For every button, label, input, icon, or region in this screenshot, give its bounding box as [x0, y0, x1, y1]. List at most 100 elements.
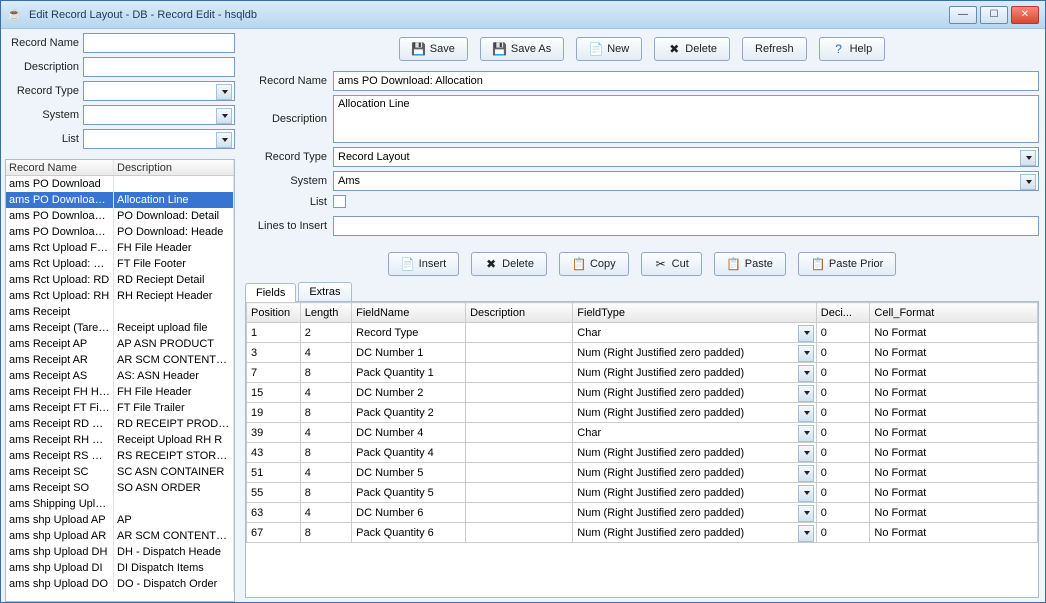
record-list-row[interactable]: ams Receipt RD Re…RD RECEIPT PRODUC — [6, 416, 234, 432]
lines-to-insert-input[interactable] — [333, 216, 1039, 236]
minimize-button[interactable]: — — [949, 6, 977, 24]
record-list-row[interactable]: ams Receipt APAP ASN PRODUCT — [6, 336, 234, 352]
cell-cellformat[interactable]: No Format — [870, 503, 1038, 523]
grid-row[interactable]: 78Pack Quantity 1Num (Right Justified ze… — [247, 363, 1038, 383]
grid-row[interactable]: 558Pack Quantity 5Num (Right Justified z… — [247, 483, 1038, 503]
description-textarea[interactable]: Allocation Line — [333, 95, 1039, 143]
cell-fieldname[interactable]: DC Number 1 — [352, 343, 466, 363]
record-type-combo[interactable]: Record Layout — [333, 147, 1039, 167]
cell-decimal[interactable]: 0 — [816, 523, 870, 543]
col-description[interactable]: Description — [466, 303, 573, 323]
cell-position[interactable]: 15 — [247, 383, 301, 403]
grid-row[interactable]: 678Pack Quantity 6Num (Right Justified z… — [247, 523, 1038, 543]
col-fieldname[interactable]: FieldName — [352, 303, 466, 323]
tab-fields[interactable]: Fields — [245, 283, 296, 302]
cell-description[interactable] — [466, 323, 573, 343]
close-button[interactable]: ✕ — [1011, 6, 1039, 24]
grid-row[interactable]: 394DC Number 4Char0No Format — [247, 423, 1038, 443]
cell-fieldtype[interactable]: Num (Right Justified zero padded) — [573, 343, 817, 363]
grid-row[interactable]: 154DC Number 2 Num (Right Justified zero … — [247, 383, 1038, 403]
list-checkbox[interactable] — [333, 195, 346, 208]
record-list-row[interactable]: ams PO Download: …PO Download: Heade — [6, 224, 234, 240]
record-list-row[interactable]: ams Rct Upload FH …FH File Header — [6, 240, 234, 256]
cell-length[interactable]: 8 — [300, 483, 351, 503]
system-combo[interactable]: Ams — [333, 171, 1039, 191]
cell-fieldtype[interactable]: Num (Right Justified zero padded) — [573, 403, 817, 423]
tab-extras[interactable]: Extras — [298, 282, 351, 301]
cell-position[interactable]: 7 — [247, 363, 301, 383]
cell-length[interactable]: 4 — [300, 383, 351, 403]
paste-button[interactable]: 📋Paste — [714, 252, 786, 276]
cell-length[interactable]: 8 — [300, 443, 351, 463]
cell-fieldname[interactable]: Record Type — [352, 323, 466, 343]
save-button[interactable]: 💾Save — [399, 37, 468, 61]
record-list-row[interactable]: ams Receipt — [6, 304, 234, 320]
filter-record-name-input[interactable] — [83, 33, 235, 53]
filter-list-combo[interactable] — [83, 129, 235, 149]
cell-cellformat[interactable]: No Format — [870, 523, 1038, 543]
insert-button[interactable]: 📄Insert — [388, 252, 460, 276]
col-fieldtype[interactable]: FieldType — [573, 303, 817, 323]
cell-position[interactable]: 67 — [247, 523, 301, 543]
cell-position[interactable]: 1 — [247, 323, 301, 343]
cell-decimal[interactable]: 0 — [816, 423, 870, 443]
record-list-row[interactable]: ams PO Download: …PO Download: Detail — [6, 208, 234, 224]
maximize-button[interactable]: ☐ — [980, 6, 1008, 24]
cell-description[interactable] — [466, 403, 573, 423]
cell-position[interactable]: 39 — [247, 423, 301, 443]
filter-description-input[interactable] — [83, 57, 235, 77]
cell-fieldtype[interactable]: Num (Right Justified zero padded) — [573, 483, 817, 503]
filter-system-combo[interactable] — [83, 105, 235, 125]
cell-description[interactable] — [466, 363, 573, 383]
new-button[interactable]: 📄New — [576, 37, 642, 61]
record-list-row[interactable]: ams Receipt FH He…FH File Header — [6, 384, 234, 400]
cell-description[interactable] — [466, 383, 573, 403]
record-list-row[interactable]: ams Rct Upload: FT…FT File Footer — [6, 256, 234, 272]
cell-decimal[interactable]: 0 — [816, 503, 870, 523]
cell-fieldname[interactable]: Pack Quantity 4 — [352, 443, 466, 463]
cell-fieldtype[interactable]: Num (Right Justified zero padded) — [573, 363, 817, 383]
cell-fieldtype[interactable]: Num (Right Justified zero padded) — [573, 503, 817, 523]
cell-fieldname[interactable]: Pack Quantity 2 — [352, 403, 466, 423]
record-list-row[interactable]: ams shp Upload ARAR SCM CONTENTS C — [6, 528, 234, 544]
col-position[interactable]: Position — [247, 303, 301, 323]
record-list-row[interactable]: ams Receipt ASAS: ASN Header — [6, 368, 234, 384]
record-list-row[interactable]: ams Shipping Upload — [6, 496, 234, 512]
cell-description[interactable] — [466, 503, 573, 523]
record-list-row[interactable]: ams Receipt RS Rec…RS RECEIPT STORE A — [6, 448, 234, 464]
cell-cellformat[interactable]: No Format — [870, 363, 1038, 383]
grid-row[interactable]: 634DC Number 6Num (Right Justified zero … — [247, 503, 1038, 523]
cell-cellformat[interactable]: No Format — [870, 403, 1038, 423]
record-list-row[interactable]: ams shp Upload DODO - Dispatch Order — [6, 576, 234, 592]
cell-description[interactable] — [466, 423, 573, 443]
cell-cellformat[interactable]: No Format — [870, 443, 1038, 463]
cell-fieldtype[interactable]: Num (Right Justified zero padded) — [573, 383, 817, 403]
record-list-row[interactable]: ams Receipt RH Re…Receipt Upload RH R — [6, 432, 234, 448]
cell-fieldname[interactable]: DC Number 5 — [352, 463, 466, 483]
col-length[interactable]: Length — [300, 303, 351, 323]
grid-row[interactable]: 514DC Number 5Num (Right Justified zero … — [247, 463, 1038, 483]
cell-decimal[interactable]: 0 — [816, 483, 870, 503]
record-list-row[interactable]: ams Receipt SCSC ASN CONTAINER — [6, 464, 234, 480]
cell-cellformat[interactable]: No Format — [870, 483, 1038, 503]
cell-description[interactable] — [466, 523, 573, 543]
cell-length[interactable]: 4 — [300, 423, 351, 443]
cell-decimal[interactable]: 0 — [816, 343, 870, 363]
cell-description[interactable] — [466, 343, 573, 363]
fields-grid[interactable]: Position Length FieldName Description Fi… — [245, 302, 1039, 598]
record-list-row[interactable]: ams Receipt SOSO ASN ORDER — [6, 480, 234, 496]
cell-position[interactable]: 3 — [247, 343, 301, 363]
save-as-button[interactable]: 💾Save As — [480, 37, 564, 61]
cell-position[interactable]: 63 — [247, 503, 301, 523]
cell-fieldname[interactable]: DC Number 2 — [352, 383, 466, 403]
record-list-row[interactable]: ams PO Download: …Allocation Line — [6, 192, 234, 208]
copy-button[interactable]: 📋Copy — [559, 252, 629, 276]
cell-position[interactable]: 55 — [247, 483, 301, 503]
cell-decimal[interactable]: 0 — [816, 383, 870, 403]
cell-cellformat[interactable]: No Format — [870, 383, 1038, 403]
cell-length[interactable]: 8 — [300, 363, 351, 383]
record-list-row[interactable]: ams Receipt FT File …FT File Trailer — [6, 400, 234, 416]
delete-button[interactable]: ✖Delete — [654, 37, 730, 61]
cell-cellformat[interactable]: No Format — [870, 343, 1038, 363]
record-list-row[interactable]: ams Receipt (Taret …Receipt upload file — [6, 320, 234, 336]
